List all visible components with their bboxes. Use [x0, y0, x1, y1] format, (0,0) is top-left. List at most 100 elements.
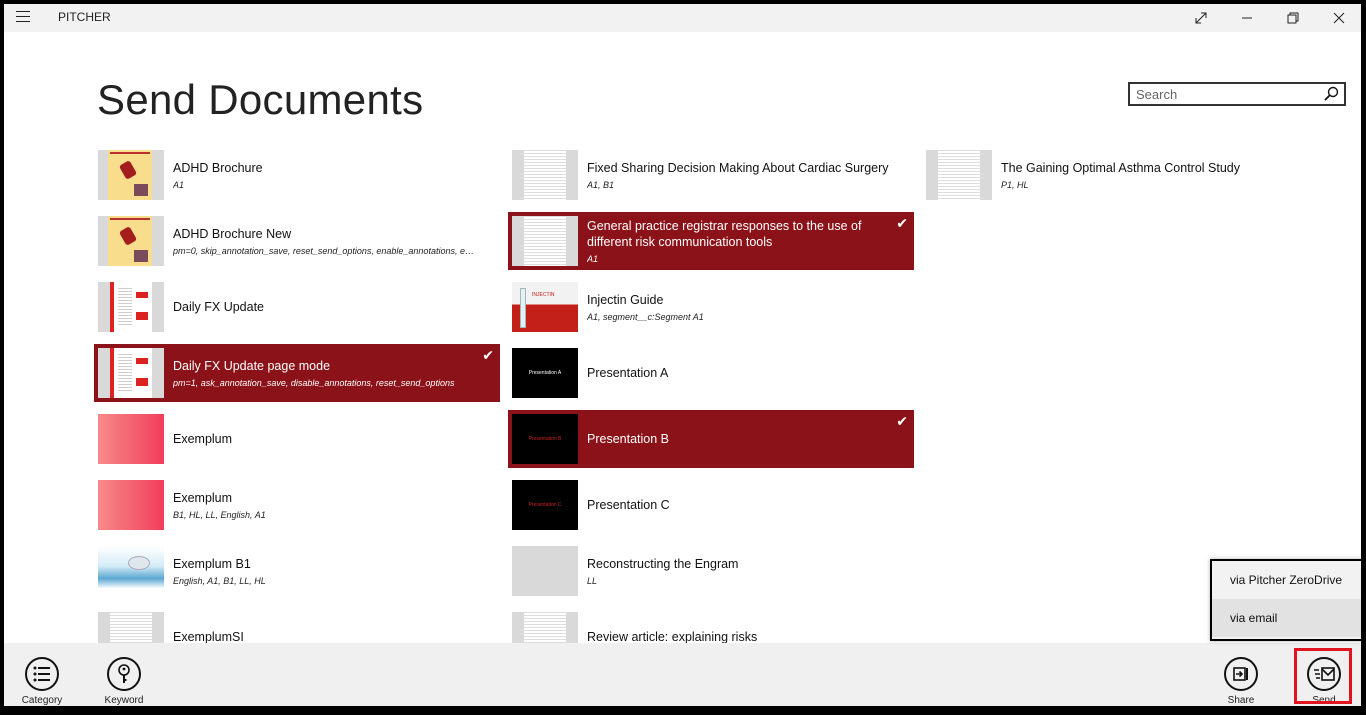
- document-thumbnail: [98, 546, 164, 596]
- document-tags: A1: [173, 180, 185, 190]
- key-icon: [107, 657, 141, 691]
- keyword-button[interactable]: Keyword: [94, 643, 154, 706]
- document-thumbnail: [512, 150, 578, 200]
- document-item[interactable]: INJECTIN Injectin Guide A1, segment__c:Seg…: [508, 278, 914, 336]
- document-thumbnail: [98, 216, 164, 266]
- app-title: PITCHER: [58, 10, 111, 24]
- share-button[interactable]: Share: [1211, 643, 1271, 706]
- search-input[interactable]: [1130, 84, 1310, 104]
- document-item[interactable]: Presentation C Presentation C: [508, 476, 914, 534]
- minimize-icon: [1242, 17, 1252, 19]
- document-title: Exemplum B1: [173, 557, 251, 571]
- document-thumbnail: Presentation B: [512, 414, 578, 464]
- document-tags: English, A1, B1, LL, HL: [173, 576, 266, 586]
- search-icon[interactable]: [1323, 86, 1339, 102]
- document-text: Exemplum B1, HL, LL, English, A1: [173, 476, 476, 534]
- document-item[interactable]: Exemplum: [94, 410, 500, 468]
- document-text: Exemplum: [173, 410, 476, 468]
- document-title: The Gaining Optimal Asthma Control Study: [1001, 161, 1241, 175]
- document-title: General practice registrar responses to …: [587, 219, 862, 249]
- document-thumbnail: Presentation C: [512, 480, 578, 530]
- document-title: Injectin Guide: [587, 293, 664, 307]
- document-text: Presentation C: [587, 476, 890, 534]
- document-thumbnail: [98, 150, 164, 200]
- send-via-zerodrive-option[interactable]: via Pitcher ZeroDrive: [1212, 561, 1361, 599]
- document-text: ADHD Brochure A1: [173, 146, 476, 204]
- hamburger-menu-icon[interactable]: [16, 11, 30, 23]
- document-text: Daily FX Update page mode pm=1, ask_annot…: [173, 344, 476, 402]
- document-text: Reconstructing the Engram LL: [587, 542, 890, 600]
- share-label: Share: [1227, 695, 1255, 706]
- checkmark-icon: ✔: [482, 347, 494, 363]
- document-item[interactable]: Exemplum B1 English, A1, B1, LL, HL: [94, 542, 500, 600]
- document-title: Presentation B: [587, 432, 669, 446]
- search-box[interactable]: [1128, 82, 1346, 106]
- document-title: Reconstructing the Engram: [587, 557, 739, 571]
- document-thumbnail: INJECTIN: [512, 282, 578, 332]
- fullscreen-icon: [1195, 12, 1207, 24]
- document-thumbnail: [926, 150, 992, 200]
- document-thumbnail: [98, 348, 164, 398]
- document-tags: pm=1, ask_annotation_save, disable_annot…: [173, 378, 455, 388]
- close-button[interactable]: [1316, 4, 1361, 32]
- app-window: PITCHER Send Documents ADHD BrochureA1AD…: [4, 4, 1361, 706]
- document-text: General practice registrar responses to …: [587, 212, 890, 270]
- document-tags: LL: [587, 576, 598, 586]
- app-bar: Category Keyword Share Send: [4, 643, 1361, 706]
- document-tags: pm=0, skip_annotation_save, reset_send_o…: [173, 246, 476, 256]
- checkmark-icon: ✔: [896, 413, 908, 429]
- document-item[interactable]: Daily FX Update: [94, 278, 500, 336]
- document-title: Exemplum: [173, 491, 233, 505]
- page-title: Send Documents: [97, 76, 424, 123]
- document-title: ADHD Brochure New: [173, 227, 292, 241]
- checkmark-icon: ✔: [896, 215, 908, 231]
- document-item[interactable]: Presentation A Presentation A: [508, 344, 914, 402]
- document-thumbnail: [512, 216, 578, 266]
- restore-button[interactable]: [1270, 4, 1316, 32]
- fullscreen-button[interactable]: [1178, 4, 1224, 32]
- document-item[interactable]: Presentation B Presentation B ✔: [508, 410, 914, 468]
- document-text: The Gaining Optimal Asthma Control Study…: [1001, 146, 1304, 204]
- category-label: Category: [21, 695, 63, 706]
- document-item[interactable]: Reconstructing the Engram LL: [508, 542, 914, 600]
- document-title: Daily FX Update: [173, 300, 265, 314]
- document-text: Exemplum B1 English, A1, B1, LL, HL: [173, 542, 476, 600]
- document-text: Presentation A: [587, 344, 890, 402]
- document-title: Presentation A: [587, 366, 669, 380]
- send-options-flyout: via Pitcher ZeroDrive via email: [1210, 559, 1361, 641]
- document-title: Presentation C: [587, 498, 670, 512]
- document-item[interactable]: The Gaining Optimal Asthma Control Study…: [922, 146, 1328, 204]
- send-label: Send: [1312, 695, 1336, 706]
- send-button[interactable]: Send: [1294, 643, 1354, 706]
- document-tags: A1, segment__c:Segment A1: [587, 312, 704, 322]
- send-via-email-option[interactable]: via email: [1212, 599, 1361, 637]
- title-bar: PITCHER: [4, 4, 1361, 32]
- document-tags: B1, HL, LL, English, A1: [173, 510, 266, 520]
- document-title: ADHD Brochure: [173, 161, 263, 175]
- document-thumbnail: Presentation A: [512, 348, 578, 398]
- document-thumbnail: [98, 282, 164, 332]
- document-thumbnail: [98, 414, 164, 464]
- document-title: Daily FX Update page mode: [173, 359, 331, 373]
- keyword-label: Keyword: [104, 695, 144, 706]
- close-icon: [1333, 12, 1345, 24]
- document-item[interactable]: ADHD Brochure New pm=0, skip_annotation_s…: [94, 212, 500, 270]
- document-title: Exemplum: [173, 432, 233, 446]
- document-item[interactable]: Exemplum B1, HL, LL, English, A1: [94, 476, 500, 534]
- document-thumbnail: [98, 480, 164, 530]
- document-title: Fixed Sharing Decision Making About Card…: [587, 161, 889, 175]
- document-item[interactable]: ADHD Brochure A1: [94, 146, 500, 204]
- document-tags: P1, HL: [1001, 180, 1029, 190]
- document-item[interactable]: Daily FX Update page mode pm=1, ask_annot…: [94, 344, 500, 402]
- category-button[interactable]: Category: [12, 643, 72, 706]
- document-item[interactable]: General practice registrar responses to …: [508, 212, 914, 270]
- document-text: ADHD Brochure New pm=0, skip_annotation_s…: [173, 212, 476, 270]
- document-item[interactable]: Fixed Sharing Decision Making About Card…: [508, 146, 914, 204]
- document-text: Fixed Sharing Decision Making About Card…: [587, 146, 890, 204]
- document-text: Daily FX Update: [173, 278, 476, 336]
- minimize-button[interactable]: [1224, 4, 1270, 32]
- category-list-icon: [25, 657, 59, 691]
- document-text: Presentation B: [587, 410, 890, 468]
- send-mail-icon: [1307, 657, 1341, 691]
- document-text: Injectin Guide A1, segment__c:Segment A1: [587, 278, 890, 336]
